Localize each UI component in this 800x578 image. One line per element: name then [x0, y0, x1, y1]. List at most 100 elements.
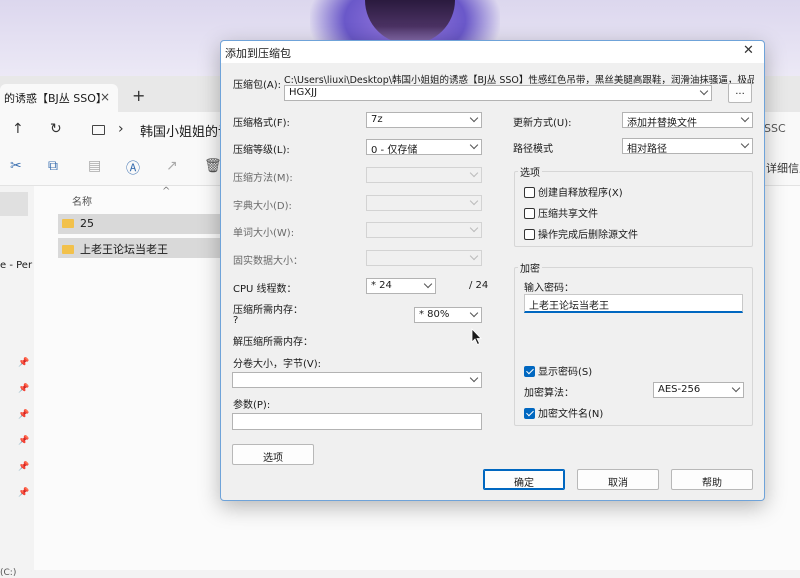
- sfx-checkbox[interactable]: 创建自释放程序(X): [524, 184, 623, 199]
- up-arrow-icon[interactable]: ↑: [12, 121, 24, 137]
- dict-size-select[interactable]: [366, 195, 482, 211]
- archive-name-value: HGXJJ: [289, 87, 318, 98]
- update-mode-select[interactable]: 添加并替换文件: [622, 112, 753, 128]
- ok-button[interactable]: 确定: [483, 469, 565, 490]
- options-button[interactable]: 选项: [232, 444, 314, 465]
- pin-icon: 📌: [18, 462, 30, 472]
- encryption-group-title: 加密: [518, 260, 542, 275]
- word-size-label: 单词大小(W):: [233, 228, 295, 239]
- chevron-down-icon: [469, 251, 479, 261]
- method-select[interactable]: [366, 167, 482, 183]
- sort-chevron-icon: ^: [162, 186, 171, 197]
- cut-icon[interactable]: ✂: [10, 158, 22, 174]
- mem-decomp-label: 解压缩所需内存：: [233, 337, 313, 348]
- enc-method-select[interactable]: AES-256: [653, 382, 744, 398]
- pc-icon[interactable]: [92, 125, 105, 135]
- mouse-cursor-icon: [471, 328, 482, 346]
- add-to-archive-dialog: 添加到压缩包 ✕ 压缩包(A): C:\Users\liuxi\Desktop\…: [220, 40, 765, 501]
- explorer-tab-title: 的诱惑【BJ丛 SSO】: [4, 92, 107, 105]
- browse-button[interactable]: ...: [728, 83, 752, 103]
- file-name: 上老王论坛当老王: [80, 243, 168, 256]
- mem-comp-label: 压缩所需内存：: [233, 305, 303, 316]
- dict-size-label: 字典大小(D):: [233, 201, 292, 212]
- path-mode-value: 相对路径: [627, 144, 667, 154]
- mem-comp-select[interactable]: * 80%: [414, 307, 482, 323]
- close-icon[interactable]: ✕: [743, 43, 754, 58]
- sidebar-item-label[interactable]: e - Per: [0, 260, 32, 271]
- threads-label: CPU 线程数：: [233, 284, 297, 295]
- path-mode-select[interactable]: 相对路径: [622, 138, 753, 154]
- level-select[interactable]: 0 - 仅存储: [366, 139, 482, 155]
- chevron-right-icon: ›: [118, 121, 124, 137]
- enc-method-label: 加密算法：: [524, 388, 574, 399]
- pin-icon: 📌: [18, 358, 30, 368]
- shared-files-checkbox[interactable]: 压缩共享文件: [524, 205, 598, 220]
- format-value: 7z: [371, 114, 383, 125]
- help-button[interactable]: 帮助: [671, 469, 753, 490]
- chevron-down-icon: [469, 308, 479, 318]
- address-bar[interactable]: 韩国小姐姐的诱: [140, 121, 231, 140]
- archive-path: C:\Users\liuxi\Desktop\韩国小姐姐的诱惑【BJ丛 SSO】…: [284, 75, 754, 86]
- checkbox-checked-icon: [524, 408, 535, 419]
- delete-after-checkbox[interactable]: 操作完成后删除源文件: [524, 226, 638, 241]
- threads-max: / 24: [469, 280, 489, 291]
- pin-icon: 📌: [18, 384, 30, 394]
- tab-close-icon[interactable]: ×: [100, 90, 110, 104]
- mem-comp-percent: * 80%: [419, 309, 450, 320]
- split-size-label: 分卷大小，字节(V):: [233, 359, 322, 370]
- solid-size-label: 固实数据大小：: [233, 256, 303, 267]
- archive-label: 压缩包(A):: [233, 80, 282, 91]
- update-mode-label: 更新方式(U):: [513, 118, 572, 129]
- folder-icon: [62, 219, 74, 228]
- column-header-name[interactable]: 名称: [72, 193, 92, 208]
- enc-method-value: AES-256: [658, 384, 701, 395]
- params-label: 参数(P):: [233, 400, 271, 411]
- format-label: 压缩格式(F):: [233, 118, 290, 129]
- copy-icon[interactable]: ⧉: [48, 158, 58, 174]
- chevron-down-icon: [731, 383, 741, 393]
- explorer-sidebar: e - Per 📌 📌 📌 📌 📌 📌 (C:): [0, 186, 34, 578]
- encrypt-names-label: 加密文件名(N): [538, 409, 604, 420]
- share-icon[interactable]: ↗: [166, 158, 178, 174]
- rename-icon[interactable]: Ⓐ: [126, 158, 140, 178]
- chevron-down-icon: [469, 140, 479, 150]
- show-password-checkbox[interactable]: 显示密码(S): [524, 363, 593, 378]
- chevron-down-icon: [423, 279, 433, 289]
- update-mode-value: 添加并替换文件: [627, 118, 697, 128]
- word-size-select[interactable]: [366, 222, 482, 238]
- method-label: 压缩方法(M):: [233, 173, 293, 184]
- explorer-tab[interactable]: 的诱惑【BJ丛 SSO】 ×: [0, 84, 118, 112]
- password-label: 输入密码：: [524, 283, 574, 294]
- threads-select[interactable]: * 24: [366, 278, 436, 294]
- checkbox-checked-icon: [524, 366, 535, 377]
- refresh-icon[interactable]: ↻: [50, 121, 62, 137]
- folder-icon: [62, 245, 74, 254]
- archive-name-combo[interactable]: HGXJJ: [284, 85, 712, 101]
- pin-icon: 📌: [18, 488, 30, 498]
- show-password-label: 显示密码(S): [538, 367, 593, 378]
- split-size-select[interactable]: [232, 372, 482, 388]
- mem-comp-value: ?: [233, 315, 239, 326]
- format-select[interactable]: 7z: [366, 112, 482, 128]
- details-button[interactable]: 详细信息: [766, 160, 800, 176]
- chevron-down-icon: [740, 113, 750, 123]
- params-input[interactable]: [232, 413, 482, 430]
- cancel-button[interactable]: 取消: [577, 469, 659, 490]
- paste-icon[interactable]: ▤: [88, 158, 101, 174]
- chevron-down-icon: [469, 113, 479, 123]
- chevron-down-icon: [469, 168, 479, 178]
- level-value: 0 - 仅存储: [371, 145, 418, 155]
- level-label: 压缩等级(L):: [233, 145, 290, 156]
- options-group-title: 选项: [518, 164, 542, 179]
- chevron-down-icon: [699, 86, 709, 96]
- chevron-down-icon: [740, 139, 750, 149]
- checkbox-icon: [524, 187, 535, 198]
- password-input[interactable]: 上老王论坛当老王: [524, 294, 743, 313]
- solid-size-select[interactable]: [366, 250, 482, 266]
- chevron-down-icon: [469, 196, 479, 206]
- encrypt-names-checkbox[interactable]: 加密文件名(N): [524, 405, 604, 420]
- new-tab-icon[interactable]: +: [132, 86, 145, 105]
- search-box-partial[interactable]: SSC: [764, 122, 786, 135]
- sidebar-selected-item[interactable]: [0, 192, 28, 216]
- checkbox-icon: [524, 229, 535, 240]
